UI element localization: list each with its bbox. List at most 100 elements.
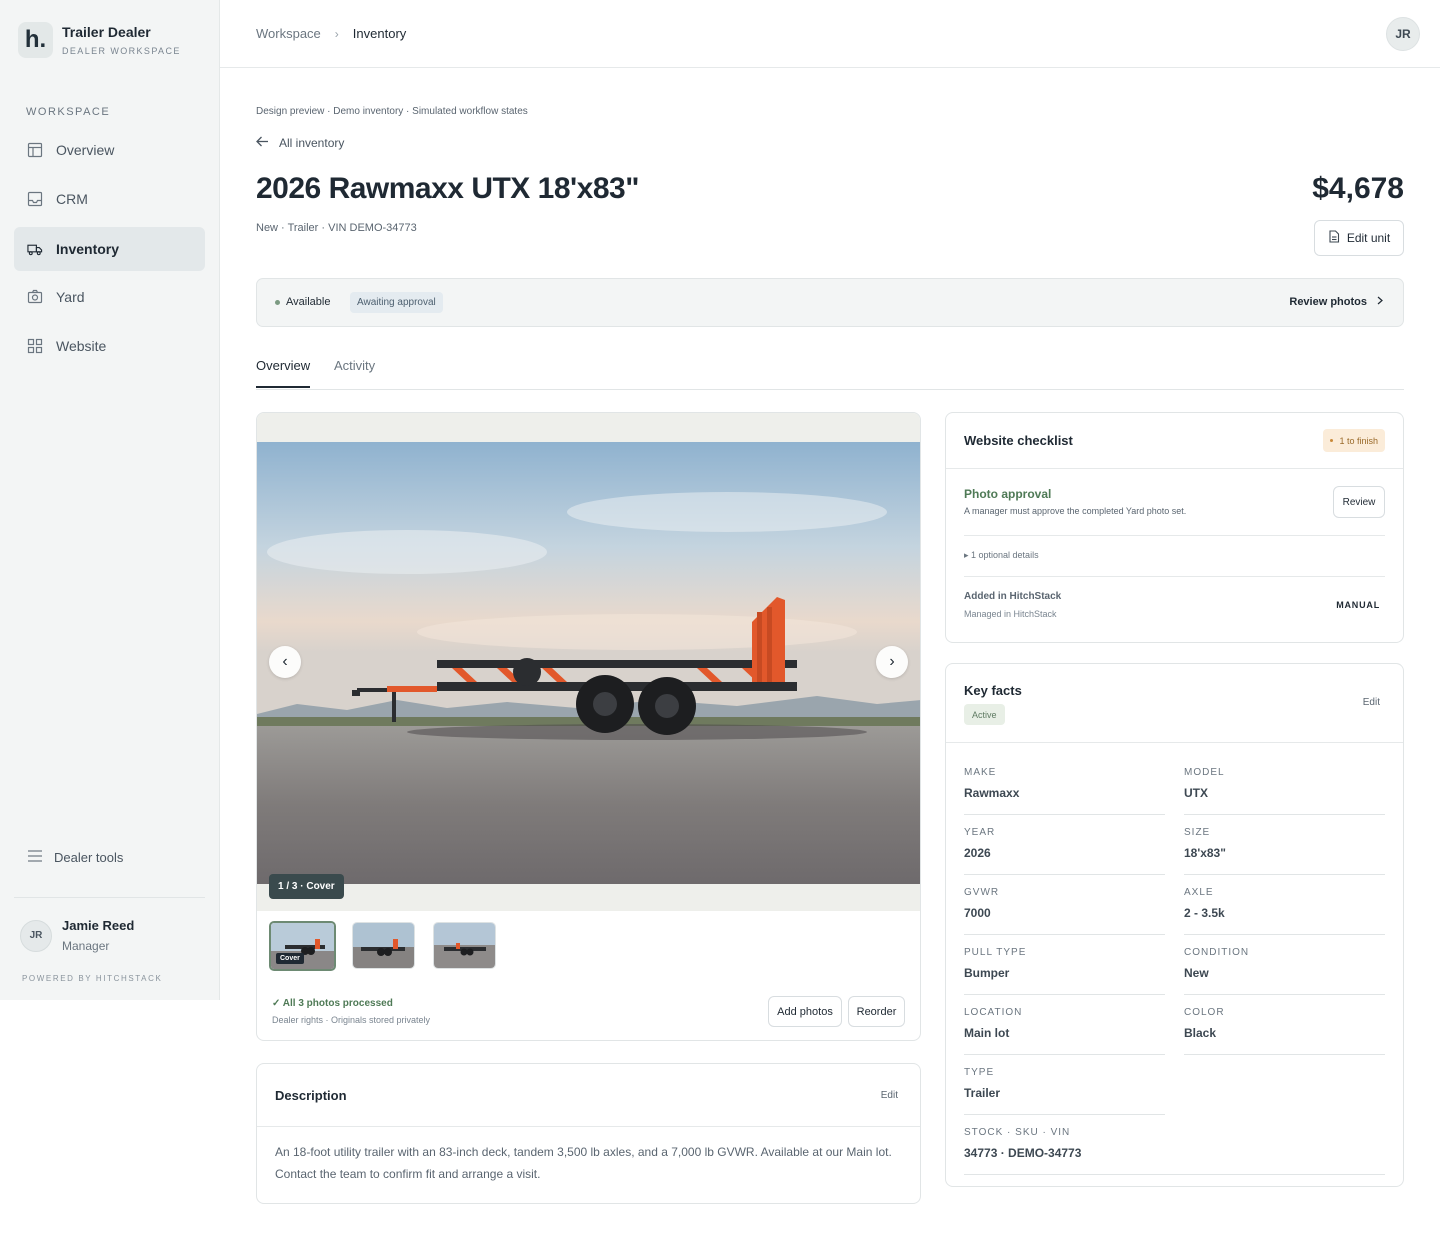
status-bar: Available Awaiting approval Review photo… [256, 278, 1404, 327]
powered-by: POWERED BY HITCHSTACK [22, 974, 163, 983]
added-in-title: Added in HitchStack [964, 591, 1062, 602]
photo-gallery: ‹ › 1 / 3 · Cover Cover ✓ All 3 photos p… [256, 412, 921, 1041]
availability-label: Available [286, 296, 331, 308]
sidebar-item-label: Website [56, 338, 107, 354]
cover-tag: Cover [276, 953, 304, 964]
thumbnail-3[interactable] [433, 922, 496, 969]
availability-status: Available [275, 296, 330, 308]
user-profile[interactable]: JR Jamie Reed Manager [20, 918, 134, 953]
fact-pull-type: PULL TYPE Bumper [964, 947, 1165, 995]
fact-model: MODEL UTX [1184, 767, 1385, 815]
fact-axle: AXLE 2 - 3.5k [1184, 887, 1385, 935]
edit-description-button[interactable]: Edit [881, 1090, 898, 1101]
back-link[interactable]: All inventory [256, 135, 344, 150]
sidebar-item-overview[interactable]: Overview [14, 128, 205, 172]
fact-label: PULL TYPE [964, 947, 1027, 958]
thumbnail-2[interactable] [352, 922, 415, 969]
fact-stock-sku-vin: STOCK · SKU · VIN 34773 · DEMO-34773 [964, 1127, 1385, 1175]
user-role: Manager [62, 939, 110, 953]
edit-unit-button[interactable]: Edit unit [1314, 220, 1404, 256]
dealer-tools-label: Dealer tools [54, 850, 124, 865]
fact-value: 34773 · DEMO-34773 [964, 1146, 1082, 1160]
sidebar-item-label: CRM [56, 191, 88, 207]
sidebar-item-inventory[interactable]: Inventory [14, 227, 205, 271]
fact-value: Trailer [964, 1086, 1001, 1100]
fact-label: AXLE [1184, 887, 1214, 898]
review-button[interactable]: Review [1333, 486, 1385, 518]
fact-value: 7000 [964, 906, 991, 920]
page-title: 2026 Rawmaxx UTX 18'x83" [256, 172, 639, 205]
fact-make: MAKE Rawmaxx [964, 767, 1165, 815]
photo-approval-title: Photo approval [964, 487, 1052, 501]
brand-logo: h. [18, 22, 53, 58]
rights-note: Dealer rights · Originals stored private… [272, 1015, 431, 1025]
nav-section-label: WORKSPACE [26, 106, 111, 118]
grid-icon [27, 338, 43, 354]
breadcrumb-workspace[interactable]: Workspace [256, 26, 321, 41]
edit-key-facts-button[interactable]: Edit [1363, 697, 1380, 708]
chevron-right-icon: › [334, 26, 339, 41]
sidebar-item-crm[interactable]: CRM [14, 177, 205, 221]
thumbnail-1[interactable]: Cover [269, 921, 336, 971]
top-bar: Workspace › Inventory JR [220, 0, 1440, 68]
managed-in-label: Managed in HitchStack [964, 609, 1057, 619]
document-icon [1328, 230, 1340, 246]
tab-activity[interactable]: Activity [334, 358, 375, 373]
fact-value: Main lot [964, 1026, 1010, 1040]
fact-label: MODEL [1184, 767, 1225, 778]
add-photos-button[interactable]: Add photos [768, 996, 842, 1027]
status-dot-icon [275, 299, 280, 305]
fact-value: Black [1184, 1026, 1217, 1040]
tab-active-indicator [256, 386, 310, 388]
brand-name: Trailer Dealer [62, 24, 151, 40]
divider [964, 535, 1385, 536]
previous-photo-button[interactable]: ‹ [269, 646, 301, 678]
fact-label: COLOR [1184, 1007, 1225, 1018]
user-name: Jamie Reed [62, 918, 135, 933]
fact-value: New [1184, 966, 1209, 980]
sidebar-item-label: Inventory [56, 241, 120, 257]
divider [964, 576, 1385, 577]
badge-dot-icon [1330, 439, 1334, 442]
trailer-photo [257, 442, 920, 884]
fact-label: SIZE [1184, 827, 1211, 838]
unit-subtitle: New · Trailer · VIN DEMO-34773 [256, 222, 417, 234]
chevron-right-icon [1377, 296, 1383, 308]
fact-label: CONDITION [1184, 947, 1250, 958]
camera-icon [27, 289, 43, 305]
menu-icon [28, 850, 42, 865]
back-link-label: All inventory [279, 135, 345, 150]
divider [14, 897, 205, 898]
fact-value: Rawmaxx [964, 786, 1020, 800]
photo-stage: ‹ › 1 / 3 · Cover [257, 413, 920, 911]
brand[interactable]: h. Trailer Dealer DEALER WORKSPACE [18, 22, 181, 58]
next-photo-button[interactable]: › [876, 646, 908, 678]
fact-gvwr: GVWR 7000 [964, 887, 1165, 935]
review-photos-link[interactable]: Review photos [1289, 296, 1383, 308]
breadcrumb-inventory: Inventory [352, 26, 407, 41]
photo-approval-description: A manager must approve the completed Yar… [964, 506, 1187, 516]
optional-details-toggle[interactable]: ▸ 1 optional details [964, 550, 1039, 561]
fact-label: TYPE [964, 1067, 995, 1078]
fact-color: COLOR Black [1184, 1007, 1385, 1055]
account-avatar[interactable]: JR [1386, 17, 1420, 51]
photo-counter: 1 / 3 · Cover [269, 874, 344, 899]
edit-unit-label: Edit unit [1346, 231, 1391, 245]
key-facts-card: Key facts Active Edit MAKE Rawmaxx MODEL… [945, 663, 1404, 1187]
to-finish-badge: 1 to finish [1323, 429, 1385, 452]
approval-badge: Awaiting approval [350, 292, 443, 313]
sidebar: h. Trailer Dealer DEALER WORKSPACE WORKS… [0, 0, 220, 1000]
dealer-tools-button[interactable]: Dealer tools [28, 850, 123, 865]
chevron-left-icon: ‹ [282, 653, 288, 670]
sidebar-item-yard[interactable]: Yard [14, 275, 205, 319]
sidebar-item-website[interactable]: Website [14, 324, 205, 368]
layout-icon [27, 142, 43, 158]
fact-label: GVWR [964, 887, 1000, 898]
breadcrumb: Workspace › Inventory [256, 26, 406, 41]
thumbnail-strip: Cover [269, 921, 514, 971]
tab-overview[interactable]: Overview [256, 358, 310, 373]
processed-status: ✓ All 3 photos processed [272, 998, 393, 1009]
fact-value: 2 - 3.5k [1184, 906, 1225, 920]
fact-value: UTX [1184, 786, 1208, 800]
reorder-button[interactable]: Reorder [848, 996, 905, 1027]
